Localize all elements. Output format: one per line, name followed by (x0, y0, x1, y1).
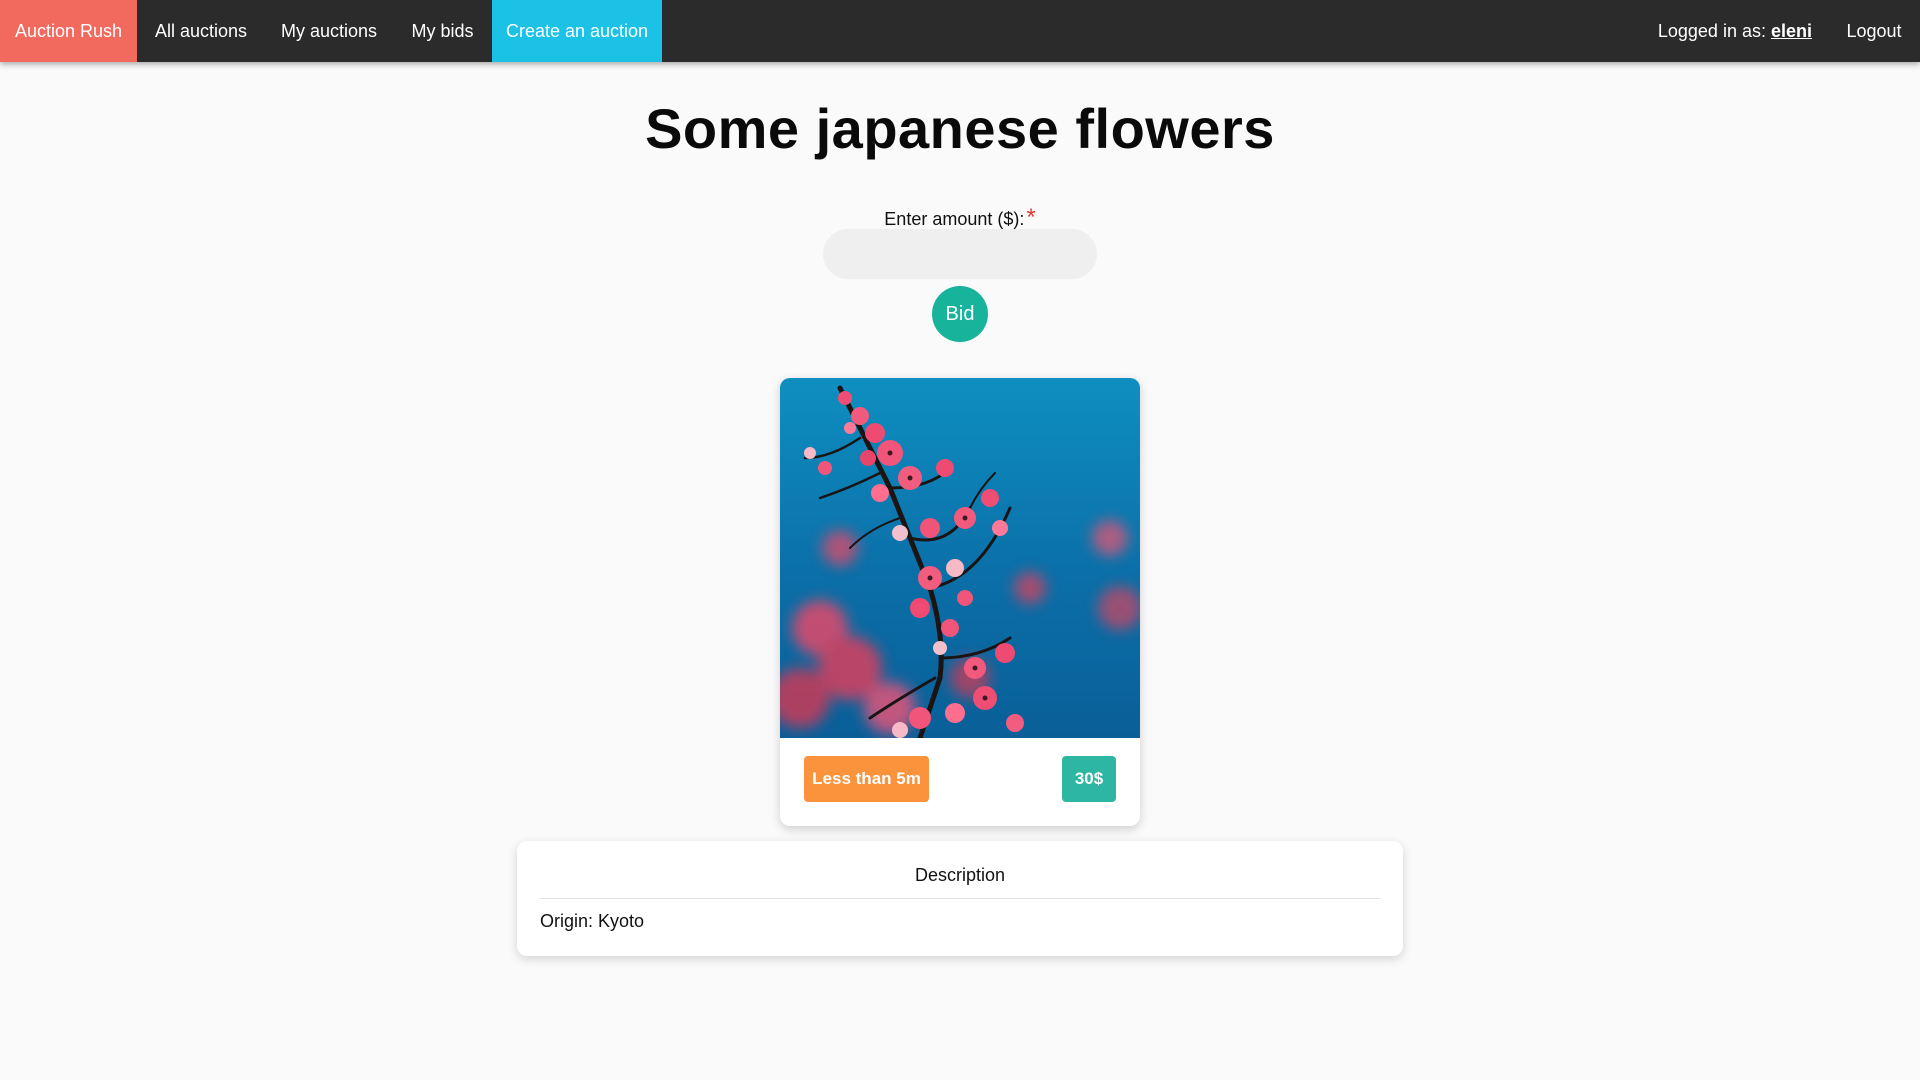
description-divider (540, 898, 1380, 899)
amount-input[interactable] (823, 229, 1097, 279)
nav-all-auctions[interactable]: All auctions (137, 0, 265, 62)
auction-image[interactable] (780, 378, 1140, 738)
logged-in-label: Logged in as: (1657, 21, 1771, 41)
logged-in-indicator: Logged in as: eleni (1658, 0, 1812, 62)
brand-link[interactable]: Auction Rush (0, 0, 137, 62)
current-price-badge: 30$ (1062, 756, 1116, 802)
description-text: Origin: Kyoto (540, 911, 645, 931)
auction-card: Less than 5m 30$ (780, 378, 1140, 826)
top-navbar: Auction Rush All auctions My auctions My… (0, 0, 1920, 62)
nav-my-bids[interactable]: My bids (393, 0, 492, 62)
required-marker: * (1026, 204, 1036, 231)
description-panel: Description Origin: Kyoto (517, 841, 1403, 956)
auction-title: Some japanese flowers (645, 97, 1275, 160)
nav-create-auction[interactable]: Create an auction (492, 0, 662, 62)
username-link[interactable]: eleni (1771, 21, 1812, 41)
nav-my-auctions[interactable]: My auctions (265, 0, 393, 62)
time-remaining-badge: Less than 5m (804, 756, 929, 802)
amount-label: Enter amount ($):* (0, 204, 1920, 232)
description-heading: Description (914, 865, 1006, 885)
amount-label-text: Enter amount ($): (884, 209, 1025, 229)
logout-button[interactable]: Logout (1828, 0, 1920, 62)
bid-button[interactable]: Bid (932, 286, 988, 342)
